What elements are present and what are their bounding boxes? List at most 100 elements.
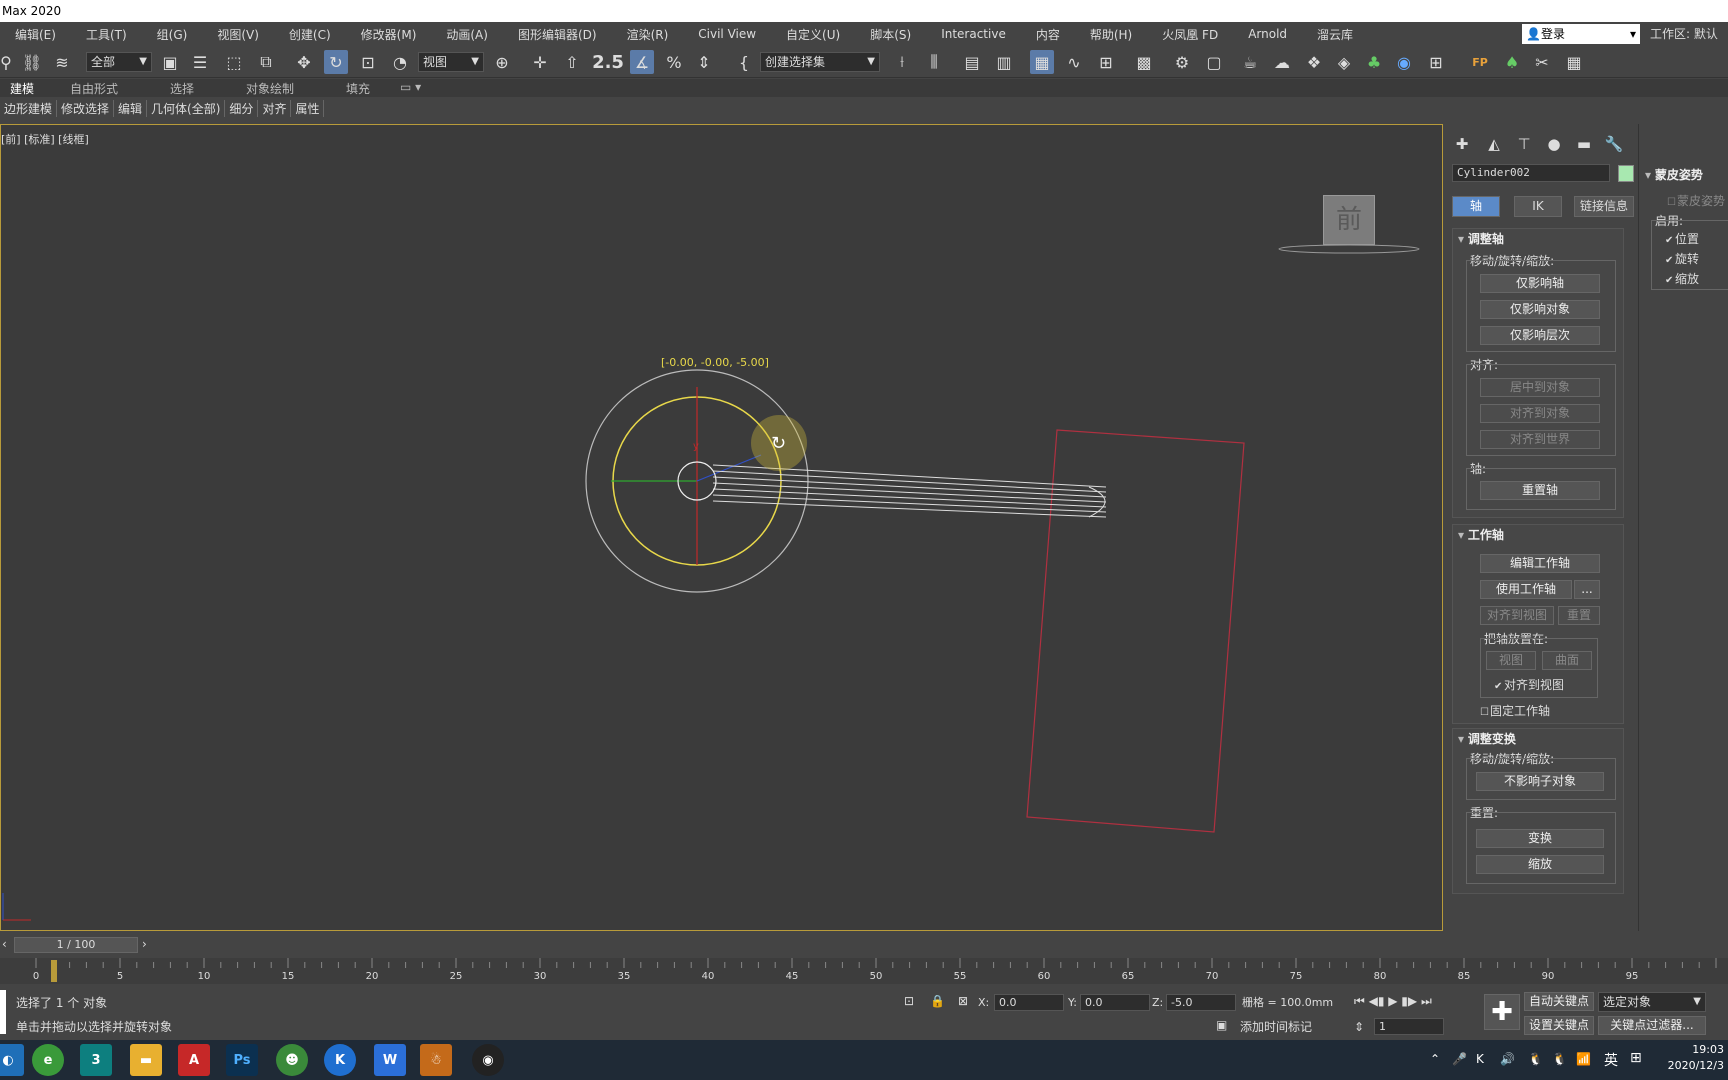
scale-icon[interactable]: ⊡ bbox=[356, 50, 380, 74]
reset-working-pivot-button[interactable]: 重置 bbox=[1558, 606, 1600, 625]
menu-item-11[interactable]: 脚本(S) bbox=[855, 26, 926, 43]
record-icon[interactable]: ◉ bbox=[472, 1044, 504, 1076]
qq-icon[interactable]: ☃ bbox=[420, 1044, 452, 1076]
affect-pivot-only-button[interactable]: 仅影响轴 bbox=[1480, 274, 1600, 293]
set-key-button[interactable]: 设置关键点 bbox=[1524, 1016, 1594, 1035]
rotate-icon[interactable]: ↻ bbox=[324, 50, 348, 74]
menu-item-16[interactable]: Arnold bbox=[1233, 27, 1302, 41]
spreadsheet-icon[interactable]: ▦ bbox=[1562, 50, 1586, 74]
subpanel-geometry-all[interactable]: 几何体(全部) bbox=[147, 99, 226, 117]
rollout-title-adjust-transform[interactable]: 调整变换 bbox=[1458, 730, 1516, 747]
browser-icon[interactable]: e bbox=[32, 1044, 64, 1076]
place-view-button[interactable]: 视图 bbox=[1486, 651, 1536, 670]
menu-item-8[interactable]: 渲染(R) bbox=[612, 26, 684, 43]
render-icon[interactable]: ☕ bbox=[1238, 50, 1262, 74]
select-manipulate-icon[interactable]: ✛ bbox=[528, 50, 552, 74]
tray-app-icon[interactable]: 🐧 bbox=[1528, 1052, 1543, 1066]
login-dropdown[interactable]: 👤登录 ▾ bbox=[1522, 24, 1640, 44]
render-setup-icon[interactable]: ⚙ bbox=[1170, 50, 1194, 74]
tab-ik[interactable]: IK bbox=[1514, 196, 1562, 217]
auto-key-button[interactable]: 自动关键点 bbox=[1524, 992, 1594, 1011]
trackbar[interactable]: 0 5 10 15 20 25 30 35 40 45 50 55 60 65 70 75 80 85 90 95 bbox=[0, 958, 1728, 984]
tray-expand-icon[interactable]: ⌃ bbox=[1430, 1052, 1440, 1066]
reset-transform-button[interactable]: 变换 bbox=[1476, 829, 1604, 848]
subpanel-modify-selection[interactable]: 修改选择 bbox=[57, 99, 115, 117]
menu-item-2[interactable]: 组(G) bbox=[142, 26, 203, 43]
3dsmax-icon[interactable]: 3 bbox=[80, 1044, 112, 1076]
menu-item-4[interactable]: 创建(C) bbox=[274, 26, 346, 43]
align-to-view-button[interactable]: 对齐到视图 bbox=[1480, 606, 1554, 625]
subpanel-properties[interactable]: 属性 bbox=[291, 99, 325, 117]
place-surface-button[interactable]: 曲面 bbox=[1542, 651, 1592, 670]
angle-snap-icon[interactable]: ∡ bbox=[630, 50, 654, 74]
dope-sheet-icon[interactable]: ⊞ bbox=[1094, 50, 1118, 74]
move-icon[interactable]: ✥ bbox=[292, 50, 316, 74]
cylinder-wireframe[interactable] bbox=[712, 464, 1107, 518]
plugin-gem-icon[interactable]: ◈ bbox=[1332, 50, 1356, 74]
object-color-swatch[interactable] bbox=[1618, 165, 1634, 182]
select-by-name-icon[interactable]: ☰ bbox=[188, 50, 212, 74]
add-time-tag[interactable]: 添加时间标记 bbox=[1240, 1018, 1312, 1035]
plugin-tree-icon[interactable]: ♣ bbox=[1362, 50, 1386, 74]
y-coord-field[interactable]: 0.0 bbox=[1080, 994, 1150, 1011]
display-tab-icon[interactable]: ▬ bbox=[1573, 134, 1595, 154]
menu-item-0[interactable]: 编辑(E) bbox=[0, 26, 71, 43]
current-frame-marker[interactable] bbox=[51, 960, 57, 982]
menu-item-13[interactable]: 内容 bbox=[1021, 26, 1075, 43]
workspace-label[interactable]: 工作区: 默认 bbox=[1650, 24, 1718, 44]
isolate-icon[interactable]: ⊡ bbox=[904, 994, 914, 1008]
subpanel-edit[interactable]: 编辑 bbox=[114, 99, 148, 117]
plugin-grid-icon[interactable]: ❖ bbox=[1302, 50, 1326, 74]
time-slider[interactable]: 1 / 100 bbox=[14, 937, 138, 953]
lock-working-pivot-checkbox[interactable]: ☐固定工作轴 bbox=[1480, 702, 1550, 719]
menu-item-1[interactable]: 工具(T) bbox=[71, 26, 142, 43]
ime-mode-icon[interactable]: ⊞ bbox=[1630, 1050, 1642, 1066]
viewcube-ring[interactable] bbox=[1278, 244, 1420, 254]
edit-named-sets-icon[interactable]: { bbox=[732, 50, 756, 74]
skin-pose-mode-checkbox[interactable]: ☐蒙皮姿势 bbox=[1667, 192, 1725, 209]
menu-item-7[interactable]: 图形编辑器(D) bbox=[503, 26, 612, 43]
rect-selection-icon[interactable]: ⬚ bbox=[222, 50, 246, 74]
microphone-icon[interactable]: 🎤 bbox=[1452, 1052, 1467, 1066]
enable-position-checkbox[interactable]: ✔ 位置 bbox=[1665, 230, 1699, 247]
rollout-title-adjust-pivot[interactable]: 调整轴 bbox=[1458, 230, 1504, 247]
time-tag-icon[interactable]: ▣ bbox=[1216, 1018, 1227, 1032]
ime-language[interactable]: 英 bbox=[1604, 1050, 1618, 1070]
tab-modeling[interactable]: 建模 bbox=[10, 80, 34, 97]
tab-object-paint[interactable]: 对象绘制 bbox=[246, 80, 294, 97]
utilities-tab-icon[interactable]: 🔧 bbox=[1603, 134, 1625, 154]
enable-scale-checkbox[interactable]: ✔ 缩放 bbox=[1665, 270, 1699, 287]
tab-populate[interactable]: 填充 bbox=[346, 80, 370, 97]
rendered-frame-icon[interactable]: ▢ bbox=[1202, 50, 1226, 74]
fp-icon[interactable]: FP bbox=[1468, 50, 1492, 74]
mirror-icon[interactable]: ⟊ bbox=[890, 50, 914, 74]
align-to-object-button[interactable]: 对齐到对象 bbox=[1480, 404, 1600, 423]
qr-icon[interactable]: ◉ bbox=[1392, 50, 1416, 74]
create-tab-icon[interactable]: ✚ bbox=[1451, 134, 1473, 154]
motion-tab-icon[interactable]: ● bbox=[1543, 134, 1565, 154]
align-to-world-button[interactable]: 对齐到世界 bbox=[1480, 430, 1600, 449]
reset-pivot-button[interactable]: 重置轴 bbox=[1480, 481, 1600, 500]
menu-item-12[interactable]: Interactive bbox=[926, 27, 1021, 41]
volume-icon[interactable]: 🔊 bbox=[1500, 1052, 1515, 1066]
tab-freeform[interactable]: 自由形式 bbox=[70, 80, 118, 97]
enable-rotation-checkbox[interactable]: ✔ 旋转 bbox=[1665, 250, 1699, 267]
set-key-plus-button[interactable]: ✚ bbox=[1484, 994, 1520, 1030]
unlink-icon[interactable]: ⛓ bbox=[20, 50, 44, 74]
z-coord-field[interactable]: -5.0 bbox=[1166, 994, 1236, 1011]
tab-link-info[interactable]: 链接信息 bbox=[1574, 196, 1634, 217]
menu-item-3[interactable]: 视图(V) bbox=[202, 26, 274, 43]
align-icon[interactable]: ⫼ bbox=[922, 50, 946, 74]
tab-selection[interactable]: 选择 bbox=[170, 80, 194, 97]
network-icon[interactable]: 📶 bbox=[1576, 1052, 1591, 1066]
layer-explorer-icon[interactable]: ▥ bbox=[992, 50, 1016, 74]
tray-k-icon[interactable]: K bbox=[1476, 1052, 1484, 1066]
folder-icon[interactable]: ▬ bbox=[130, 1044, 162, 1076]
frog-app-icon[interactable]: ☻ bbox=[276, 1044, 308, 1076]
x-coord-field[interactable]: 0.0 bbox=[994, 994, 1064, 1011]
plugin-leaf-icon[interactable]: ♠ bbox=[1500, 50, 1524, 74]
viewport-front[interactable]: [前] [标准] [线框] [-0.00, -0.00, -5.00] ↻ y … bbox=[0, 124, 1443, 931]
ribbon-toggle-icon[interactable]: ▦ bbox=[1030, 50, 1054, 74]
spinner-snap-icon[interactable]: ⇕ bbox=[692, 50, 716, 74]
bind-spacewarp-icon[interactable]: ≋ bbox=[50, 50, 74, 74]
